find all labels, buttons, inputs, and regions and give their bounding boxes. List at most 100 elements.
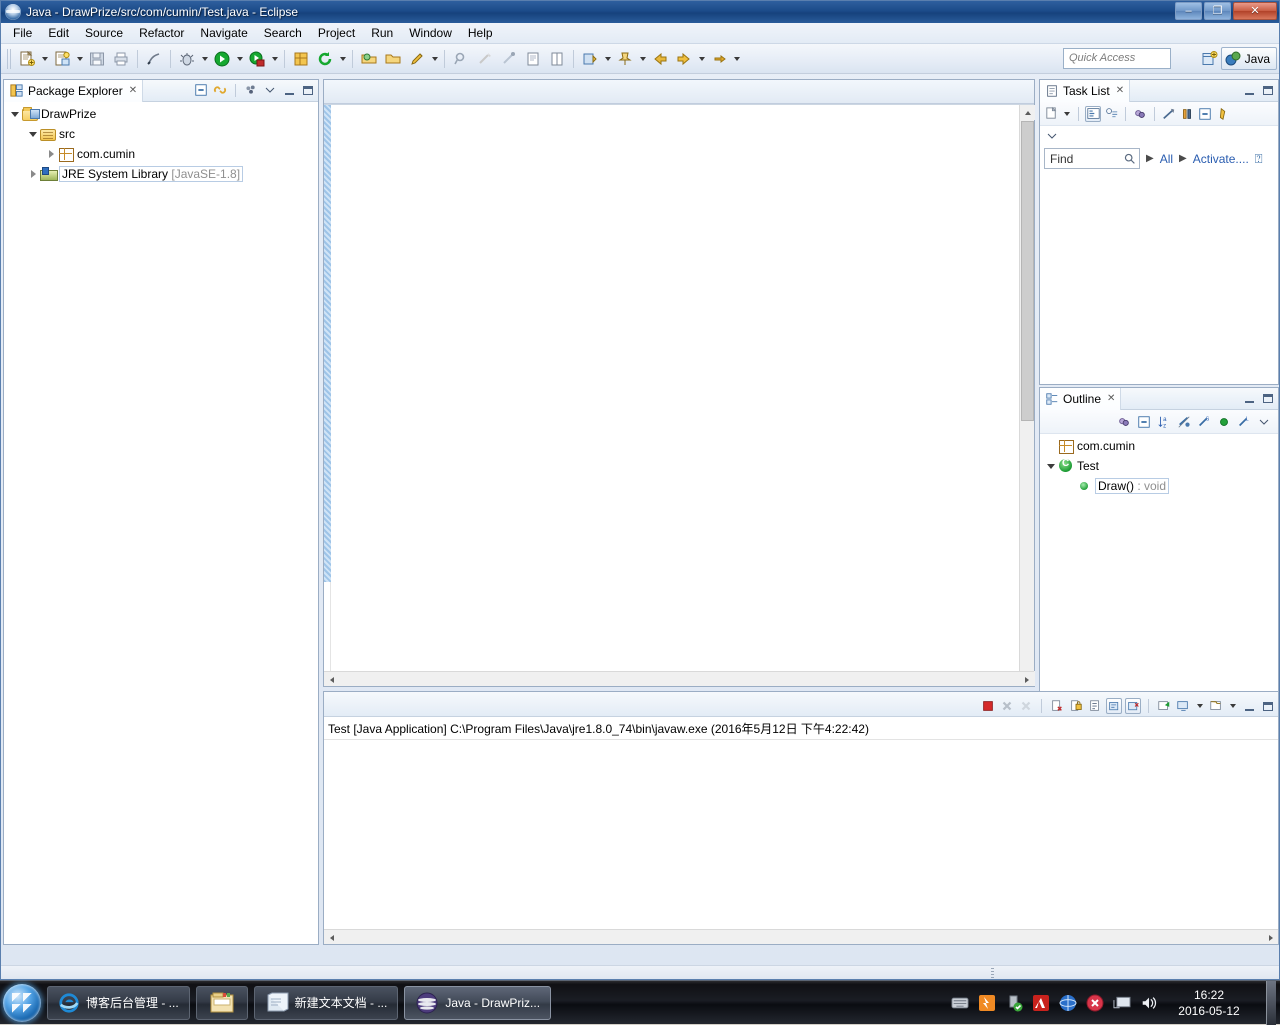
close-icon[interactable]: ✕ bbox=[129, 85, 137, 96]
forward-dropdown-icon[interactable] bbox=[696, 48, 707, 70]
menu-file[interactable]: File bbox=[5, 24, 40, 42]
keyboard-icon[interactable] bbox=[951, 994, 969, 1012]
toolbar-grip[interactable] bbox=[7, 49, 13, 69]
new-wizard-button[interactable] bbox=[16, 48, 38, 70]
previous-annotation-button[interactable] bbox=[498, 48, 520, 70]
annotation-ruler[interactable] bbox=[324, 105, 331, 686]
outline-tree[interactable]: com.cuminTestDraw() : void bbox=[1040, 434, 1278, 496]
java-editor[interactable] bbox=[324, 104, 1034, 686]
open-type-button[interactable] bbox=[358, 48, 380, 70]
categorized-presentation-icon[interactable] bbox=[1085, 106, 1101, 122]
search-icon[interactable] bbox=[1123, 152, 1136, 165]
package-tree-item[interactable]: JRE System Library [JavaSE-1.8] bbox=[4, 164, 318, 184]
console-output[interactable] bbox=[324, 740, 1278, 928]
focus-on-active-task-icon[interactable] bbox=[1116, 414, 1132, 430]
outline-tree-item[interactable]: Test bbox=[1040, 456, 1278, 476]
minimize-icon[interactable] bbox=[1241, 390, 1257, 406]
scheduled-presentation-icon[interactable] bbox=[1103, 106, 1119, 122]
remove-all-terminated-icon[interactable] bbox=[1018, 698, 1034, 714]
open-task-button[interactable] bbox=[382, 48, 404, 70]
show-console-on-output-icon[interactable] bbox=[1106, 698, 1122, 714]
hide-static-icon[interactable]: S bbox=[1196, 414, 1212, 430]
next-edit-dropdown-icon[interactable] bbox=[731, 48, 742, 70]
next-edit-button[interactable] bbox=[708, 48, 730, 70]
collapse-all-icon[interactable] bbox=[1136, 414, 1152, 430]
debug-dropdown-icon[interactable] bbox=[199, 48, 210, 70]
hide-non-public-icon[interactable] bbox=[1216, 414, 1232, 430]
maximize-icon[interactable] bbox=[300, 82, 316, 98]
refresh-dropdown-icon[interactable] bbox=[337, 48, 348, 70]
editor-vertical-scrollbar[interactable] bbox=[1019, 105, 1034, 686]
twisty-expanded-icon[interactable] bbox=[26, 127, 40, 141]
outline-tree-item[interactable]: com.cumin bbox=[1040, 436, 1278, 456]
remove-launch-icon[interactable] bbox=[999, 698, 1015, 714]
display-icon[interactable] bbox=[1113, 994, 1131, 1012]
open-perspective-button[interactable] bbox=[579, 48, 601, 70]
view-menu-chevron-icon[interactable] bbox=[1044, 128, 1060, 144]
hide-local-types-icon[interactable]: L bbox=[1236, 414, 1252, 430]
new-java-package-button[interactable] bbox=[290, 48, 312, 70]
link-with-editor-icon[interactable] bbox=[212, 82, 228, 98]
editor-scroll-thumb[interactable] bbox=[1021, 121, 1034, 421]
close-icon[interactable]: ✕ bbox=[1116, 85, 1124, 96]
new-java-project-dropdown-icon[interactable] bbox=[74, 48, 85, 70]
menu-refactor[interactable]: Refactor bbox=[131, 24, 192, 42]
save-button[interactable] bbox=[86, 48, 108, 70]
close-button[interactable]: ✕ bbox=[1233, 2, 1277, 20]
hide-fields-icon[interactable] bbox=[1176, 414, 1192, 430]
menu-window[interactable]: Window bbox=[401, 24, 460, 42]
taskbar-item-explorer[interactable] bbox=[196, 986, 248, 1020]
new-task-icon[interactable] bbox=[1043, 106, 1059, 122]
flash-icon[interactable] bbox=[978, 994, 996, 1012]
scroll-lock-icon[interactable] bbox=[1068, 698, 1084, 714]
show-desktop-button[interactable] bbox=[1266, 981, 1276, 1025]
taskbar-item-notepad[interactable]: 新建文本文档 - ... bbox=[254, 986, 399, 1020]
menu-navigate[interactable]: Navigate bbox=[192, 24, 255, 42]
maximize-button[interactable]: ❐ bbox=[1204, 2, 1231, 20]
show-console-on-error-icon[interactable] bbox=[1125, 698, 1141, 714]
run-button[interactable] bbox=[211, 48, 233, 70]
search-button[interactable] bbox=[450, 48, 472, 70]
twisty-collapsed-icon[interactable] bbox=[44, 147, 58, 161]
minimize-icon[interactable] bbox=[281, 82, 297, 98]
scroll-left-arrow[interactable] bbox=[324, 672, 339, 687]
minimize-icon[interactable] bbox=[1241, 698, 1257, 714]
display-selected-console-icon[interactable] bbox=[1175, 698, 1191, 714]
pin-editor-button[interactable] bbox=[614, 48, 636, 70]
twisty-collapsed-icon[interactable] bbox=[26, 167, 40, 181]
new-annotation-button[interactable] bbox=[406, 48, 428, 70]
menu-run[interactable]: Run bbox=[363, 24, 401, 42]
view-menu-chevron-icon[interactable] bbox=[262, 82, 278, 98]
scroll-left-arrow[interactable] bbox=[324, 930, 339, 945]
tab-outline[interactable]: Outline ✕ bbox=[1040, 388, 1121, 410]
run-coverage-button[interactable] bbox=[246, 48, 268, 70]
quick-access-input[interactable]: Quick Access bbox=[1063, 48, 1171, 69]
debug-button[interactable] bbox=[176, 48, 198, 70]
package-tree-item[interactable]: src bbox=[4, 124, 318, 144]
sort-icon[interactable]: az bbox=[1156, 414, 1172, 430]
word-wrap-icon[interactable] bbox=[1087, 698, 1103, 714]
tab-package-explorer[interactable]: Package Explorer ✕ bbox=[4, 80, 143, 102]
run-dropdown-icon[interactable] bbox=[234, 48, 245, 70]
new-wizard-dropdown-icon[interactable] bbox=[39, 48, 50, 70]
open-perspective-icon[interactable] bbox=[1202, 51, 1218, 67]
pin-console-icon[interactable] bbox=[1156, 698, 1172, 714]
terminate-icon[interactable] bbox=[980, 698, 996, 714]
menu-search[interactable]: Search bbox=[256, 24, 310, 42]
display-console-dropdown-icon[interactable] bbox=[1194, 695, 1205, 717]
twisty-expanded-icon[interactable] bbox=[8, 107, 22, 121]
help-icon[interactable]: ⍰ bbox=[1255, 151, 1263, 167]
maximize-icon[interactable] bbox=[1260, 698, 1276, 714]
collapse-all-icon[interactable] bbox=[1197, 106, 1213, 122]
package-tree-item[interactable]: com.cumin bbox=[4, 144, 318, 164]
taskbar-clock[interactable]: 16:22 2016-05-12 bbox=[1167, 987, 1251, 1019]
status-resize-grip[interactable] bbox=[991, 968, 994, 979]
outline-tree-item[interactable]: Draw() : void bbox=[1040, 476, 1278, 496]
menu-project[interactable]: Project bbox=[310, 24, 363, 42]
menu-source[interactable]: Source bbox=[77, 24, 131, 42]
open-console-dropdown-icon[interactable] bbox=[1227, 695, 1238, 717]
antivirus-icon[interactable] bbox=[1086, 994, 1104, 1012]
menu-help[interactable]: Help bbox=[460, 24, 501, 42]
network-icon[interactable] bbox=[1059, 994, 1077, 1012]
maximize-icon[interactable] bbox=[1260, 82, 1276, 98]
